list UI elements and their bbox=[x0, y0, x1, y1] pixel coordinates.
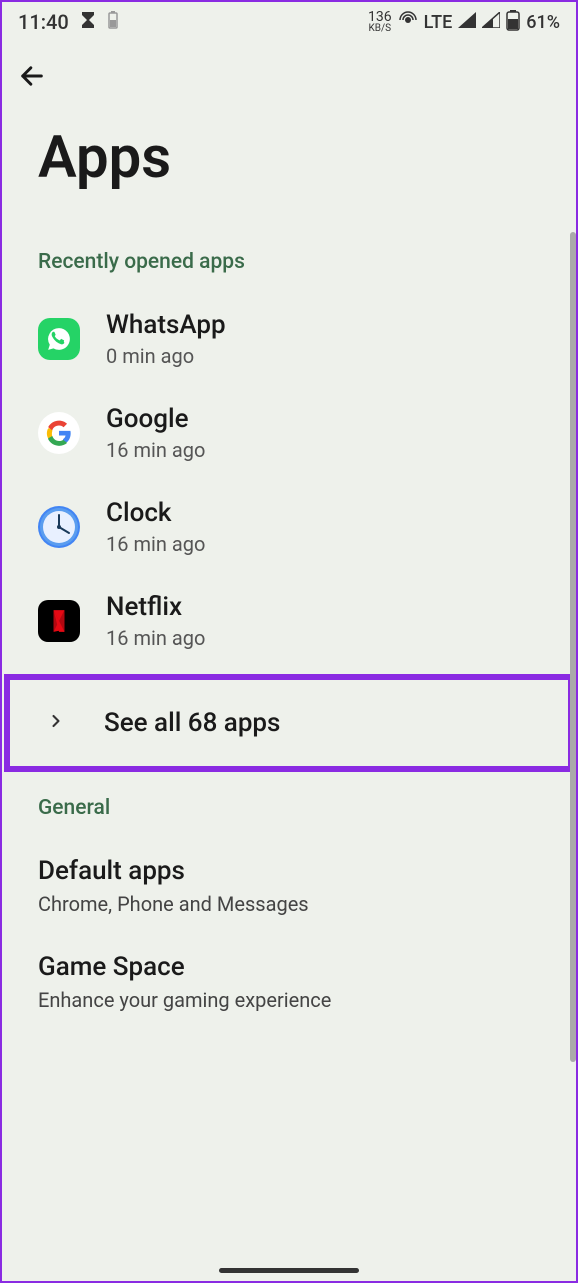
app-name: Clock bbox=[106, 498, 205, 528]
app-time: 16 min ago bbox=[106, 532, 205, 556]
signal-icon-1 bbox=[458, 12, 476, 33]
battery-percent: 61% bbox=[526, 12, 560, 33]
general-header: General bbox=[2, 778, 576, 838]
status-time: 11:40 bbox=[18, 10, 69, 34]
setting-title: Default apps bbox=[38, 856, 540, 886]
app-info: Clock 16 min ago bbox=[106, 498, 205, 556]
back-button[interactable] bbox=[2, 42, 576, 104]
status-bar: 11:40 136 KB/S LTE 61% bbox=[2, 2, 576, 42]
network-label: LTE bbox=[424, 12, 453, 33]
app-info: Google 16 min ago bbox=[106, 404, 205, 462]
setting-title: Game Space bbox=[38, 952, 540, 982]
chevron-right-icon bbox=[46, 711, 66, 735]
recent-apps-header: Recently opened apps bbox=[2, 232, 576, 292]
app-name: Netflix bbox=[106, 592, 205, 622]
app-time: 0 min ago bbox=[106, 344, 226, 368]
hourglass-icon bbox=[79, 10, 97, 35]
battery-icon bbox=[506, 9, 520, 36]
app-time: 16 min ago bbox=[106, 438, 205, 462]
app-info: Netflix 16 min ago bbox=[106, 592, 205, 650]
app-item-whatsapp[interactable]: WhatsApp 0 min ago bbox=[2, 292, 576, 386]
signal-icon-2 bbox=[482, 12, 500, 33]
whatsapp-icon bbox=[38, 318, 80, 360]
google-icon bbox=[38, 412, 80, 454]
status-right: 136 KB/S LTE 61% bbox=[368, 9, 560, 36]
see-all-label: See all 68 apps bbox=[104, 708, 280, 738]
app-name: WhatsApp bbox=[106, 310, 226, 340]
see-all-apps-button[interactable]: See all 68 apps bbox=[4, 674, 574, 772]
app-time: 16 min ago bbox=[106, 626, 205, 650]
app-info: WhatsApp 0 min ago bbox=[106, 310, 226, 368]
app-item-google[interactable]: Google 16 min ago bbox=[2, 386, 576, 480]
scrollbar[interactable] bbox=[570, 232, 576, 1062]
arrow-left-icon bbox=[18, 62, 46, 90]
setting-default-apps[interactable]: Default apps Chrome, Phone and Messages bbox=[2, 838, 576, 934]
app-item-netflix[interactable]: Netflix 16 min ago bbox=[2, 574, 576, 668]
setting-game-space[interactable]: Game Space Enhance your gaming experienc… bbox=[2, 934, 576, 1030]
clock-icon bbox=[38, 506, 80, 548]
data-rate: 136 KB/S bbox=[368, 10, 392, 34]
status-left: 11:40 bbox=[18, 10, 119, 35]
app-item-clock[interactable]: Clock 16 min ago bbox=[2, 480, 576, 574]
page-title: Apps bbox=[2, 104, 576, 232]
hotspot-icon bbox=[398, 10, 418, 35]
setting-subtitle: Chrome, Phone and Messages bbox=[38, 892, 540, 916]
app-name: Google bbox=[106, 404, 205, 434]
setting-subtitle: Enhance your gaming experience bbox=[38, 988, 540, 1012]
navigation-pill[interactable] bbox=[219, 1268, 359, 1273]
netflix-icon bbox=[38, 600, 80, 642]
battery-small-icon bbox=[107, 10, 119, 35]
